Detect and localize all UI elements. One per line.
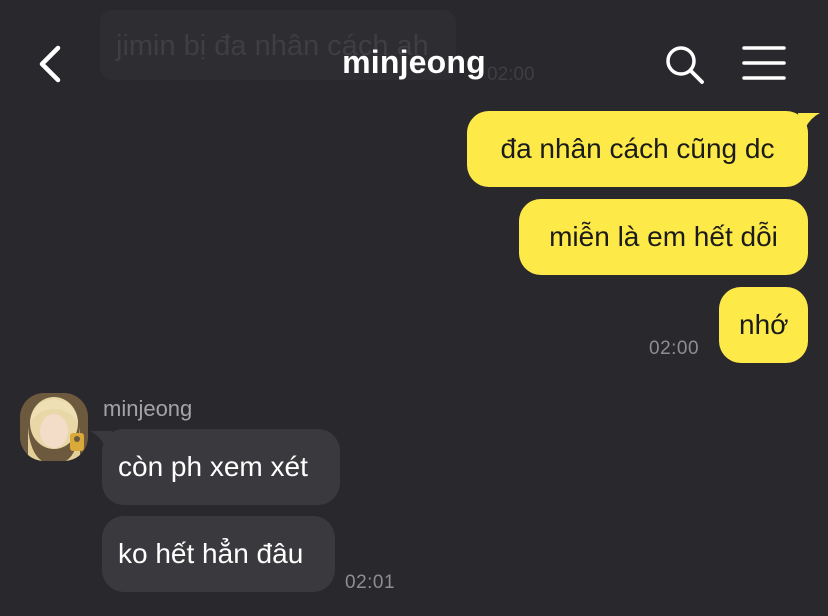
outgoing-message-bubble[interactable]: nhớ xyxy=(719,287,808,363)
hamburger-menu-icon[interactable] xyxy=(740,42,788,86)
outgoing-message-bubble[interactable]: miễn là em hết dỗi xyxy=(519,199,808,275)
outgoing-message-time: 02:00 xyxy=(649,338,700,359)
outgoing-message-text: nhớ xyxy=(739,309,789,340)
incoming-message-text: ko hết hẳn đâu xyxy=(118,538,304,569)
sender-name: minjeong xyxy=(103,396,193,421)
outgoing-message-text: đa nhân cách cũng dc xyxy=(500,133,775,164)
avatar[interactable] xyxy=(20,393,88,461)
chat-screen: jimin bị đa nhân cách ah 02:00 minjeong … xyxy=(0,0,828,616)
incoming-message-bubble[interactable]: còn ph xem xét xyxy=(102,429,340,505)
incoming-message-time: 02:01 xyxy=(345,572,396,593)
outgoing-message-bubble[interactable]: đa nhân cách cũng dc xyxy=(467,111,808,187)
bubble-tail-icon xyxy=(798,113,820,135)
incoming-message-bubble[interactable]: ko hết hẳn đâu xyxy=(102,516,335,592)
incoming-message-text: còn ph xem xét xyxy=(118,451,308,482)
search-icon[interactable] xyxy=(660,40,708,88)
outgoing-message-text: miễn là em hết dỗi xyxy=(549,221,778,252)
